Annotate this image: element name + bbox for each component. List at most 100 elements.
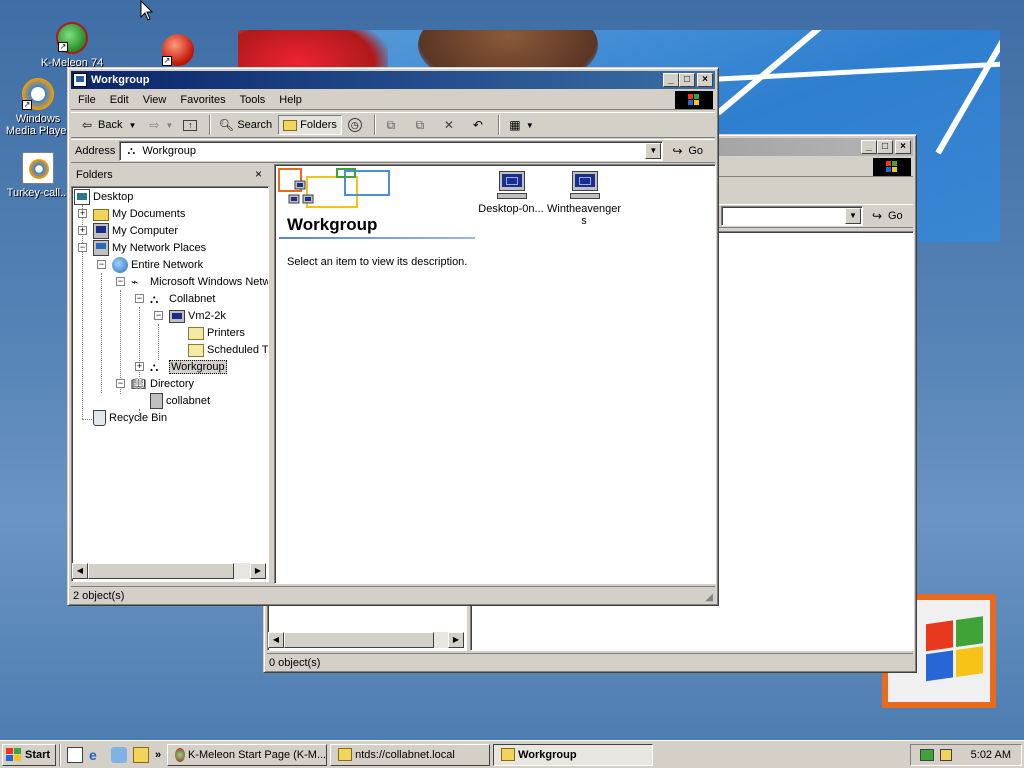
history-button[interactable]: ◷ [344, 115, 369, 135]
folders-close-button[interactable]: × [255, 167, 262, 181]
scroll-right-button[interactable]: ▶ [448, 632, 464, 648]
workgroup-icon: ⛬ [150, 360, 159, 374]
k-meleon-icon [175, 747, 185, 762]
desktop-icon-turkey-call[interactable]: Turkey-call... [0, 152, 76, 199]
back-dropdown-icon[interactable]: ▼ [128, 121, 136, 130]
tree-item-recycle-bin[interactable]: Recycle Bin [93, 410, 167, 426]
forward-button[interactable]: ⇨ ▼ [142, 115, 177, 135]
search-icon: 🔍︎ [218, 118, 234, 132]
tree-item-my-computer[interactable]: + My Computer [78, 223, 178, 239]
tree-hscrollbar[interactable]: ◀ ▶ [72, 563, 266, 579]
back-go-button[interactable]: ↪ Go [869, 208, 903, 224]
address-label: Address [75, 145, 116, 157]
tree-item-directory[interactable]: − 📖︎ Directory [116, 376, 194, 392]
menu-view[interactable]: View [136, 94, 174, 106]
desktop-icon [74, 189, 90, 205]
folders-button[interactable]: Folders [278, 115, 342, 135]
task-ntds-collabnet[interactable]: ntds://collabnet.local [330, 743, 491, 766]
collapse-toggle[interactable]: − [135, 294, 144, 303]
resize-grip-icon[interactable]: ◢ [705, 592, 713, 603]
close-button[interactable]: × [895, 140, 911, 154]
tree-item-my-documents[interactable]: + My Documents [78, 206, 185, 222]
menu-help[interactable]: Help [272, 94, 309, 106]
maximize-button[interactable]: □ [877, 140, 893, 154]
maximize-button[interactable]: □ [679, 73, 695, 87]
mouse-cursor-icon [140, 0, 154, 21]
scroll-thumb[interactable] [88, 563, 234, 579]
go-button[interactable]: ↪ Go [669, 143, 703, 159]
up-button[interactable]: ↑ [179, 115, 204, 135]
folders-tree[interactable]: Desktop + My Documents + My Computer − M… [71, 186, 269, 582]
window-titlebar[interactable]: Workgroup _ □ × [71, 71, 715, 89]
network-tray-icon[interactable] [920, 749, 934, 761]
collapse-toggle[interactable]: − [116, 379, 125, 388]
back-tree-hscrollbar[interactable]: ◀ ▶ [268, 632, 464, 648]
scroll-left-button[interactable]: ◀ [72, 563, 88, 579]
back-statusbar: 0 object(s) [267, 653, 913, 671]
tree-item-my-network-places[interactable]: − My Network Places [78, 240, 206, 256]
collapse-toggle[interactable]: − [116, 277, 125, 286]
expand-toggle[interactable]: + [135, 362, 144, 371]
collapse-toggle[interactable]: − [154, 311, 163, 320]
desktop-icon-media-player[interactable]: ↗ Windows Media Player [0, 78, 76, 137]
tree-item-scheduled-tasks[interactable]: Scheduled Ta [188, 342, 268, 358]
toolbar-separator [497, 115, 500, 135]
menu-edit[interactable]: Edit [103, 94, 136, 106]
address-dropdown-button[interactable]: ▼ [845, 208, 861, 224]
workgroup-icon: ⛬ [127, 145, 136, 157]
close-button[interactable]: × [697, 73, 713, 87]
directory-icon: 📖︎ [131, 377, 147, 391]
tree-item-desktop[interactable]: Desktop [74, 189, 133, 205]
expand-toggle[interactable]: + [78, 209, 87, 218]
menu-file[interactable]: File [71, 94, 103, 106]
file-item-desktop-0n[interactable]: Desktop-0n... [471, 169, 551, 215]
address-field[interactable]: ⛬ Workgroup ▼ [119, 141, 664, 161]
show-desktop-icon[interactable] [67, 746, 83, 763]
clock[interactable]: 5:02 AM [971, 749, 1011, 761]
back-button[interactable]: ⇦ Back ▼ [75, 115, 140, 135]
workgroup-explorer-window[interactable]: Workgroup _ □ × File Edit View Favorites… [67, 67, 719, 606]
minimize-button[interactable]: _ [663, 73, 679, 87]
search-button[interactable]: 🔍︎ Search [214, 115, 276, 135]
menu-favorites[interactable]: Favorites [173, 94, 232, 106]
desktop-icon-red-ball[interactable]: ↗ [140, 34, 216, 69]
undo-button[interactable]: ↶ [466, 115, 493, 135]
tree-item-collabnet-directory[interactable]: collabnet [150, 393, 210, 409]
content-pane[interactable]: Workgroup Select an item to view its des… [274, 164, 716, 584]
task-workgroup[interactable]: Workgroup [493, 743, 654, 766]
tree-item-vm2-2k[interactable]: − Vm2-2k [154, 308, 226, 324]
tree-item-workgroup[interactable]: + ⛬ Workgroup [135, 359, 227, 375]
back-address-field[interactable]: ▼ [721, 206, 863, 226]
toolbar-separator [209, 115, 212, 135]
desktop-icon-k-meleon[interactable]: ↗ K-Meleon 74 [34, 22, 110, 69]
collapse-toggle[interactable]: − [97, 260, 106, 269]
scroll-thumb[interactable] [284, 632, 434, 648]
collapse-toggle[interactable]: − [78, 243, 87, 252]
menu-tools[interactable]: Tools [233, 94, 273, 106]
expand-toggle[interactable]: + [78, 226, 87, 235]
move-to-button[interactable]: ⧉ [379, 115, 406, 135]
tree-item-microsoft-windows-network[interactable]: − ⌁ Microsoft Windows Netw [116, 274, 268, 290]
forward-dropdown-icon: ▼ [165, 120, 174, 130]
delete-button[interactable]: ✕ [437, 115, 464, 135]
copy-to-button[interactable]: ⧉ [408, 115, 435, 135]
tree-item-entire-network[interactable]: − Entire Network [97, 257, 203, 273]
outlook-express-icon[interactable] [111, 746, 127, 763]
task-k-meleon[interactable]: K-Meleon Start Page (K-M... [167, 743, 328, 766]
workgroup-icon [501, 748, 516, 761]
tree-item-printers[interactable]: Printers [188, 325, 245, 341]
views-button[interactable]: ▦ ▼ [503, 115, 538, 135]
scroll-left-button[interactable]: ◀ [268, 632, 284, 648]
internet-explorer-icon[interactable]: e [89, 747, 105, 763]
start-button[interactable]: Start [2, 743, 56, 766]
scroll-right-button[interactable]: ▶ [250, 563, 266, 579]
volume-tray-icon[interactable] [940, 749, 952, 761]
search-folder-icon[interactable] [133, 746, 149, 763]
file-item-wintheavengers[interactable]: Wintheavengers [545, 169, 623, 227]
tree-item-collabnet[interactable]: − ⛬ Collabnet [135, 291, 215, 307]
minimize-button[interactable]: _ [861, 140, 877, 154]
quick-launch-more[interactable]: » [155, 749, 161, 761]
views-dropdown-icon: ▼ [525, 120, 534, 130]
address-dropdown-button[interactable]: ▼ [645, 143, 662, 159]
folders-pane-header: Folders × [76, 167, 262, 181]
